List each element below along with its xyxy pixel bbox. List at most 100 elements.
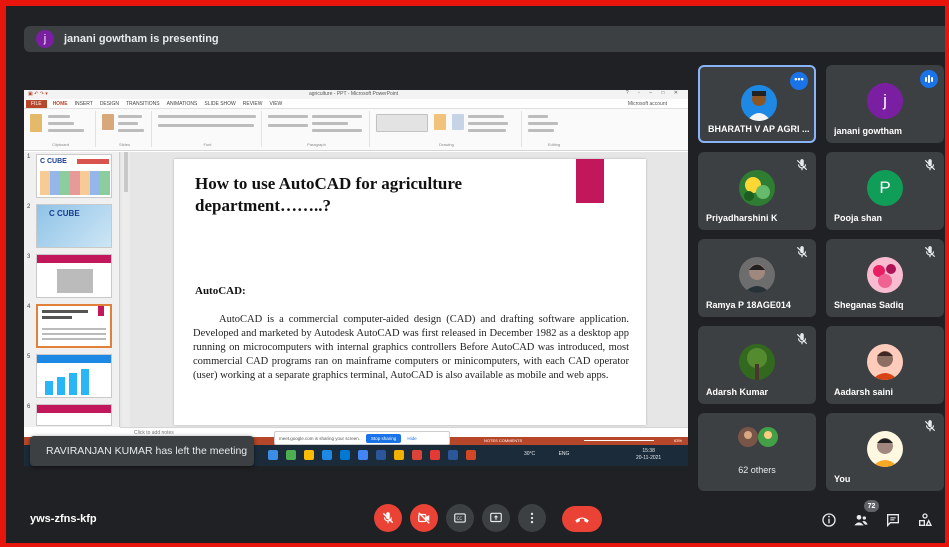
thumb-accent	[98, 306, 104, 316]
ppt-tab-transitions: TRANSITIONS	[125, 100, 160, 107]
thumb-number: 5	[27, 354, 31, 360]
presenting-label: janani gowtham is presenting	[64, 33, 219, 45]
toggle-mic-button[interactable]	[374, 504, 402, 532]
ribbon-group-drawing: Drawing	[372, 111, 522, 147]
thumb-logos-grid	[40, 171, 110, 195]
thumb-bar	[81, 369, 89, 395]
participant-name: BHARATH V AP AGRI ...	[708, 124, 810, 134]
ribbon-group-label: Paragraph	[307, 142, 326, 147]
mic-off-icon	[382, 512, 394, 524]
tile-others[interactable]: 62 others	[698, 413, 816, 491]
thumbnail-scrollbar[interactable]	[122, 152, 130, 427]
more-options-icon	[530, 512, 534, 524]
ribbon-line	[268, 124, 308, 127]
ppt-body: 1 C CUBE 2 C CUBE 3 4 5 6 How to use Aut…	[24, 152, 688, 427]
tile-ramya[interactable]: Ramya P 18AGE014	[698, 239, 816, 317]
slide-thumb-5	[36, 354, 112, 398]
shapes-gallery-icon	[376, 114, 428, 132]
meeting-details-button[interactable]	[820, 511, 838, 529]
ppt-account: Microsoft account	[627, 100, 667, 107]
avatar	[739, 170, 775, 206]
tile-janani[interactable]: j janani gowtham	[826, 65, 944, 143]
avatar	[739, 257, 775, 293]
ppt-tab-file: FILE	[26, 99, 47, 108]
tile-aadarsh[interactable]: Aadarsh saini	[826, 326, 944, 404]
screen-share-banner: meet.google.com is sharing your screen. …	[274, 431, 450, 445]
thumb-number: 6	[27, 404, 31, 410]
ppt-ribbon-tabs: FILE HOME INSERT DESIGN TRANSITIONS ANIM…	[24, 99, 688, 109]
ribbon-line	[312, 115, 362, 118]
others-count: 62 others	[738, 465, 776, 475]
participant-name: Sheganas Sadiq	[834, 300, 904, 310]
thumb-image	[57, 269, 93, 293]
tile-priyadharshini[interactable]: Priyadharshini K	[698, 152, 816, 230]
ribbon-line	[48, 122, 74, 125]
avatar	[867, 257, 903, 293]
toggle-camera-button[interactable]	[410, 504, 438, 532]
ppt-tab-home: HOME	[52, 100, 68, 107]
system-tray: 30°C ENG	[524, 451, 569, 457]
mic-off-icon	[796, 333, 808, 345]
slide-thumb-1: C CUBE	[36, 154, 112, 198]
tile-adarsh[interactable]: Adarsh Kumar	[698, 326, 816, 404]
ppt-tab-animations: ANIMATIONS	[166, 100, 198, 107]
ribbon-line	[48, 115, 70, 118]
avatar	[738, 427, 758, 447]
more-options-icon[interactable]: •••	[790, 72, 808, 90]
ribbon-line	[528, 122, 558, 125]
people-button[interactable]	[852, 511, 870, 529]
slide-heading: AutoCAD:	[195, 285, 246, 297]
ribbon-line	[528, 115, 548, 118]
slide-thumb-3	[36, 254, 112, 298]
presenting-bar: j janani gowtham is presenting	[24, 26, 945, 52]
slide-thumb-2: C CUBE	[36, 204, 112, 248]
captions-button[interactable]: CC	[446, 504, 474, 532]
ppt-tab-review: REVIEW	[242, 100, 263, 107]
tile-pooja[interactable]: P Pooja shan	[826, 152, 944, 230]
language-indicator: ENG	[558, 451, 570, 457]
shared-screen: ▣ ↶ ↷ ▾ agriculture - PPT - Microsoft Po…	[24, 90, 688, 466]
tile-you[interactable]: You	[826, 413, 944, 491]
activities-button[interactable]	[916, 511, 934, 529]
thumb-bar	[57, 377, 65, 395]
present-now-button[interactable]	[482, 504, 510, 532]
slide-thumb-4	[36, 304, 112, 348]
participant-name: Aadarsh saini	[834, 387, 894, 397]
ribbon-line	[118, 122, 138, 125]
taskbar-powerpoint-icon	[466, 450, 476, 460]
presenter-avatar: j	[36, 30, 54, 48]
weather-readout: 30°C	[524, 451, 536, 457]
share-banner-text: meet.google.com is sharing your screen.	[279, 435, 361, 441]
zoom-level: 63%	[673, 438, 682, 443]
ribbon-line	[312, 129, 362, 132]
slide-body-text: AutoCAD is a commercial computer-aided d…	[193, 314, 629, 381]
tile-sheganas[interactable]: Sheganas Sadiq	[826, 239, 944, 317]
thumb-title-line	[42, 310, 88, 313]
avatar	[867, 344, 903, 380]
svg-text:CC: CC	[457, 516, 463, 521]
avatar	[758, 427, 778, 447]
ribbon-line	[468, 122, 508, 125]
taskbar-acrobat-icon	[430, 450, 440, 460]
ribbon-group-label: Font	[203, 142, 212, 147]
speaking-indicator-icon	[920, 70, 938, 88]
clock-time: 15:38	[642, 448, 655, 454]
tile-bharath[interactable]: ••• BHARATH V AP AGRI ...	[698, 65, 816, 143]
thumb-number: 1	[27, 154, 31, 160]
participant-name: Adarsh Kumar	[706, 387, 769, 397]
leave-call-button[interactable]	[562, 506, 602, 532]
thumb-logo: C CUBE	[40, 158, 67, 165]
scroll-knob[interactable]	[124, 152, 128, 192]
slide-title: How to use AutoCAD for agriculture depar…	[195, 174, 463, 215]
end-call-icon	[575, 517, 589, 523]
ribbon-group-label: Clipboard	[51, 142, 70, 147]
clock-date: 20-11-2021	[636, 455, 662, 461]
mic-off-icon	[924, 420, 936, 432]
more-options-button[interactable]	[518, 504, 546, 532]
ribbon-group-slides: Slides	[98, 111, 152, 147]
thumb-number: 4	[27, 304, 31, 310]
taskbar-app-icon	[286, 450, 296, 460]
mic-off-icon	[924, 246, 936, 258]
info-icon	[822, 513, 836, 527]
chat-button[interactable]	[884, 511, 902, 529]
